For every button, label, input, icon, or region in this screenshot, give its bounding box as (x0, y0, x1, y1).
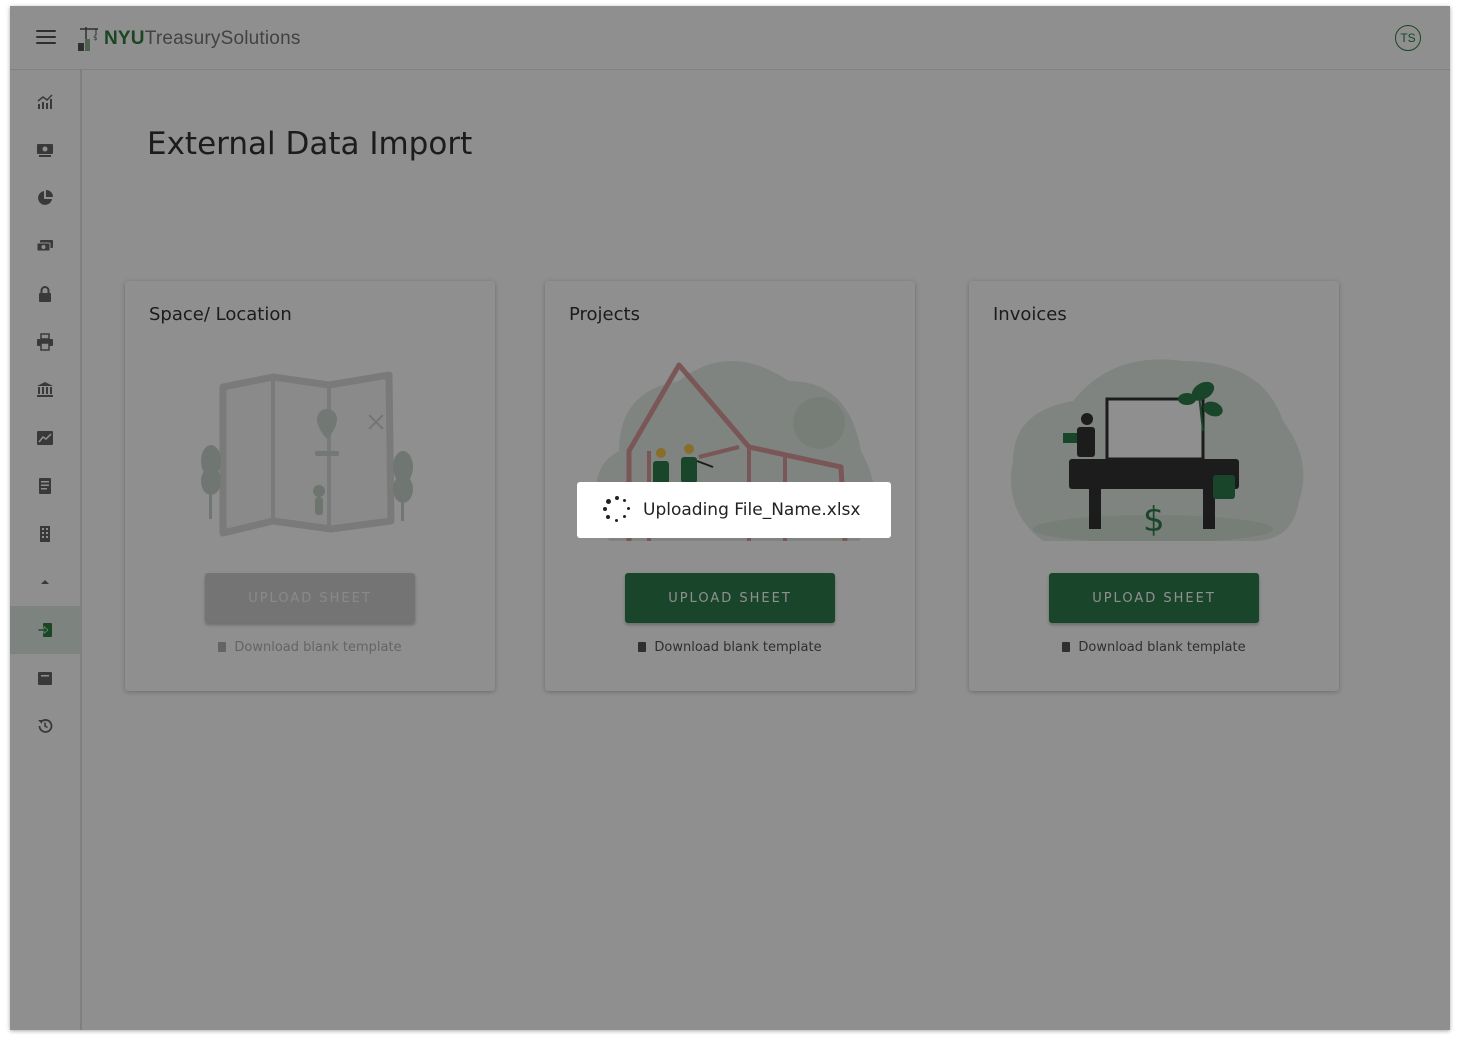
loading-spinner-icon (603, 496, 631, 524)
upload-progress-toast: Uploading File_Name.xlsx (577, 482, 891, 538)
app-window: $ NYUTreasurySolutions TS External Data … (10, 6, 1450, 1030)
upload-status-text: Uploading File_Name.xlsx (643, 500, 861, 520)
